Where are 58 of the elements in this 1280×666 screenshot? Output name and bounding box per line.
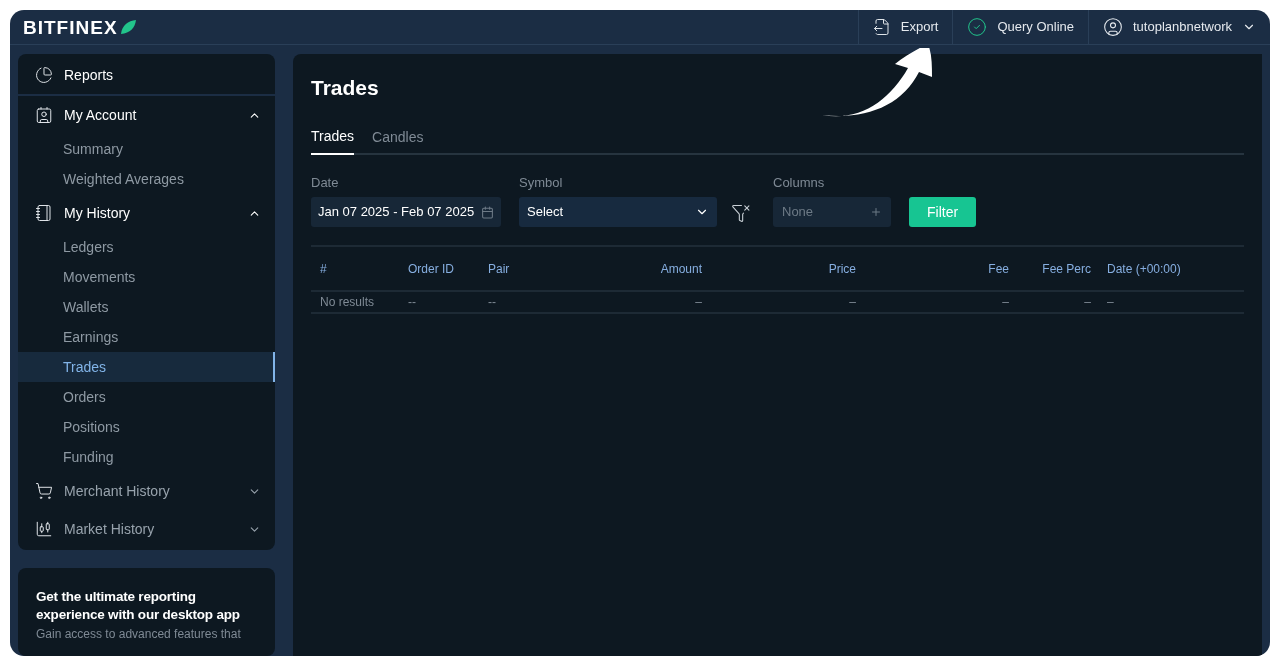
export-button[interactable]: Export xyxy=(857,10,953,44)
page-title: Trades xyxy=(311,75,380,101)
pie-chart-icon xyxy=(35,66,53,84)
user-menu-button[interactable]: tutoplanbnetwork xyxy=(1088,10,1270,44)
sidebar-item[interactable]: My Account xyxy=(18,96,275,134)
tab[interactable]: Trades xyxy=(311,125,355,155)
user-icon xyxy=(1103,17,1123,37)
column-header[interactable]: Amount xyxy=(660,261,702,276)
contact-card-icon xyxy=(35,106,53,124)
table-cell: -- xyxy=(408,295,416,309)
cart-icon xyxy=(35,482,53,500)
sidebar-subitem[interactable]: Funding xyxy=(18,442,275,472)
sidebar-subitem[interactable]: Summary xyxy=(18,134,275,164)
column-header[interactable]: Date (+00:00) xyxy=(1107,261,1181,276)
sidebar-subitem[interactable]: Positions xyxy=(18,412,275,442)
notebook-icon xyxy=(35,204,53,222)
sidebar-subitem[interactable]: Wallets xyxy=(18,292,275,322)
table-cell: No results xyxy=(320,295,375,309)
logo-wordmark: BITFINEX xyxy=(23,17,118,37)
check-circle-icon xyxy=(967,17,988,37)
candlestick-icon xyxy=(35,520,53,538)
symbol-select[interactable]: Select xyxy=(519,197,717,227)
column-header[interactable]: Order ID xyxy=(408,261,454,276)
table-cell: -- xyxy=(488,295,496,309)
sidebar-subitem[interactable]: Movements xyxy=(18,262,275,292)
table-cell: – xyxy=(849,295,856,309)
table-cell: – xyxy=(1107,295,1114,309)
leaf-logo-icon xyxy=(119,19,136,35)
column-header[interactable]: Fee xyxy=(988,261,1009,276)
table-cell: – xyxy=(695,295,702,309)
column-header[interactable]: Pair xyxy=(488,261,510,276)
tab[interactable]: Candles xyxy=(372,125,424,155)
sidebar-subitem[interactable]: Weighted Averages xyxy=(18,164,275,194)
column-header[interactable]: # xyxy=(320,261,327,276)
date-range-field[interactable]: Jan 07 2025 - Feb 07 2025 xyxy=(311,197,501,227)
export-icon xyxy=(872,18,891,36)
column-header[interactable]: Fee Perc xyxy=(1042,261,1091,276)
sidebar-item[interactable]: Merchant History xyxy=(18,472,275,510)
plus-icon xyxy=(870,206,882,218)
sidebar-item[interactable]: Reports xyxy=(18,56,275,94)
sidebar-subitem[interactable]: Ledgers xyxy=(18,232,275,262)
field-label: Date xyxy=(311,173,340,192)
query-status-button[interactable]: Query Online xyxy=(952,10,1088,44)
calendar-icon xyxy=(481,205,494,219)
sidebar-subitem[interactable]: Orders xyxy=(18,382,275,412)
promo-title: Get the ultimate reporting experience with our desktop app xyxy=(36,588,241,624)
columns-field[interactable]: None xyxy=(773,197,891,227)
sidebar-subitem[interactable]: Earnings xyxy=(18,322,275,352)
table-cell: – xyxy=(1084,295,1091,309)
sidebar-subitem[interactable]: Trades xyxy=(18,352,275,382)
field-label: Symbol xyxy=(519,173,564,192)
sidebar-item[interactable]: Market History xyxy=(18,510,275,548)
clear-filter-icon[interactable] xyxy=(731,203,751,223)
column-header[interactable]: Price xyxy=(828,261,856,276)
field-label: Columns xyxy=(773,173,826,192)
sidebar-item[interactable]: My History xyxy=(18,194,275,232)
promo-text: Gain access to advanced features that xyxy=(36,627,242,642)
table-cell: – xyxy=(1002,295,1009,309)
